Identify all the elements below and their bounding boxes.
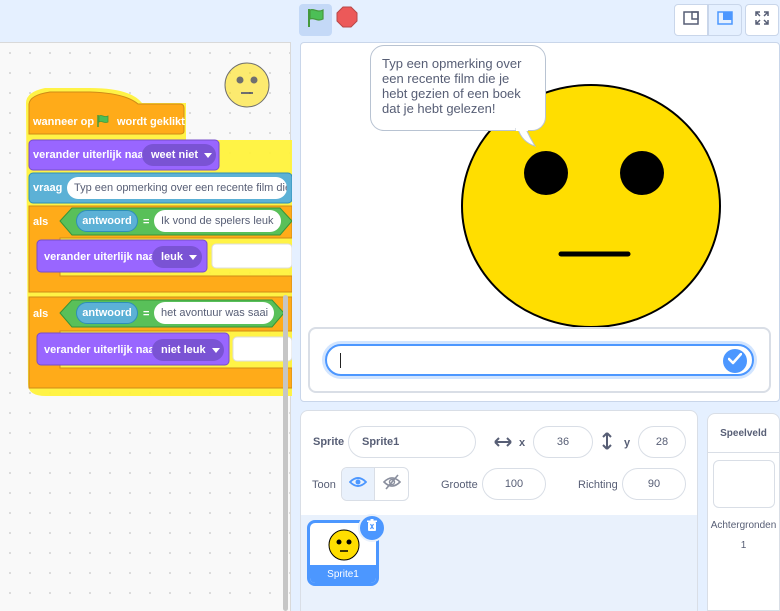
stage-target-panel[interactable]: Speelveld Achtergronden 1	[707, 413, 780, 611]
direction-field[interactable]: 90	[622, 468, 686, 500]
x-position-icon	[494, 435, 512, 453]
compare-text-input[interactable]: het avontuur was saai	[154, 302, 274, 324]
workspace-scrollbar[interactable]	[283, 295, 288, 611]
speech-bubble: Typ een opmerking over een recente film …	[370, 45, 546, 131]
speech-text: Typ een opmerking over een recente film …	[382, 56, 522, 116]
eye-icon	[348, 475, 368, 493]
divider	[708, 452, 779, 453]
switch-costume-label: verander uiterlijk naar	[44, 251, 159, 263]
trash-icon	[366, 519, 378, 537]
size-field[interactable]: 100	[482, 468, 546, 500]
if-label: als	[33, 216, 49, 228]
scratch-editor: wanneer op wordt geklikt verander uiterl…	[0, 0, 780, 611]
green-flag-icon	[305, 7, 327, 34]
green-flag-icon	[96, 114, 110, 133]
answer-reporter[interactable]: antwoord	[76, 210, 138, 232]
backdrop-thumbnail[interactable]	[713, 460, 775, 508]
y-position-icon	[601, 432, 613, 455]
hide-button[interactable]	[375, 468, 408, 500]
small-stage-button[interactable]	[674, 4, 708, 36]
costume-dropdown[interactable]: niet leuk	[152, 339, 224, 361]
fullscreen-button[interactable]	[745, 4, 779, 36]
sprite-name-field[interactable]: Sprite1	[348, 426, 476, 458]
y-label: y	[624, 437, 631, 449]
answer-reporter[interactable]: antwoord	[76, 302, 138, 324]
chevron-down-icon	[189, 254, 198, 260]
compare-text-input[interactable]: Ik vond de spelers leuk	[154, 210, 281, 232]
sprite-tile-name: Sprite1	[310, 565, 376, 583]
stop-button[interactable]	[336, 6, 358, 33]
stage-header	[0, 0, 780, 42]
visibility-toggle	[341, 467, 409, 501]
equals-sign: =	[143, 308, 150, 320]
show-button[interactable]	[342, 468, 376, 500]
stage-title: Speelveld	[720, 428, 767, 439]
equals-sign: =	[143, 216, 150, 228]
sprite-label: Sprite	[313, 436, 345, 448]
submit-answer-button[interactable]	[723, 349, 747, 373]
x-position-field[interactable]: 36	[533, 426, 593, 458]
costume-dropdown[interactable]: weet niet	[142, 144, 216, 166]
chevron-down-icon	[211, 347, 220, 353]
switch-costume-label: verander uiterlijk naar	[33, 149, 148, 161]
fullscreen-icon	[754, 10, 770, 31]
normal-stage-icon	[717, 10, 733, 30]
backdrops-label: Achtergronden	[710, 520, 777, 531]
switch-costume-label: verander uiterlijk naar	[44, 344, 159, 356]
eye-slash-icon	[382, 473, 401, 495]
show-label: Toon	[312, 479, 336, 491]
green-flag-button[interactable]	[299, 4, 332, 36]
when-flag-clicked-suffix: wordt geklikt	[117, 116, 185, 128]
ask-answer-field[interactable]	[325, 344, 754, 376]
normal-stage-button[interactable]	[708, 4, 742, 36]
ask-label: vraag	[33, 182, 63, 194]
ask-text-input[interactable]: Typ een opmerking over een recente film …	[67, 177, 287, 199]
when-flag-clicked-label: wanneer op	[33, 116, 95, 128]
backdrop-count: 1	[740, 540, 747, 551]
speech-bubble-tail	[515, 128, 536, 147]
answer-input[interactable]	[339, 352, 719, 370]
delete-sprite-button[interactable]	[358, 514, 386, 542]
costume-dropdown[interactable]: leuk	[152, 246, 202, 268]
stop-icon	[336, 6, 358, 33]
check-icon	[727, 352, 743, 370]
x-label: x	[519, 437, 526, 449]
small-stage-icon	[683, 10, 699, 30]
stage-size-toggle	[674, 4, 742, 36]
y-position-field[interactable]: 28	[638, 426, 686, 458]
direction-label: Richting	[578, 479, 618, 491]
chevron-down-icon	[204, 152, 213, 158]
text-cursor	[340, 353, 341, 368]
size-label: Grootte	[441, 479, 478, 491]
if-label: als	[33, 308, 49, 320]
sprite-thumbnail	[328, 529, 360, 561]
